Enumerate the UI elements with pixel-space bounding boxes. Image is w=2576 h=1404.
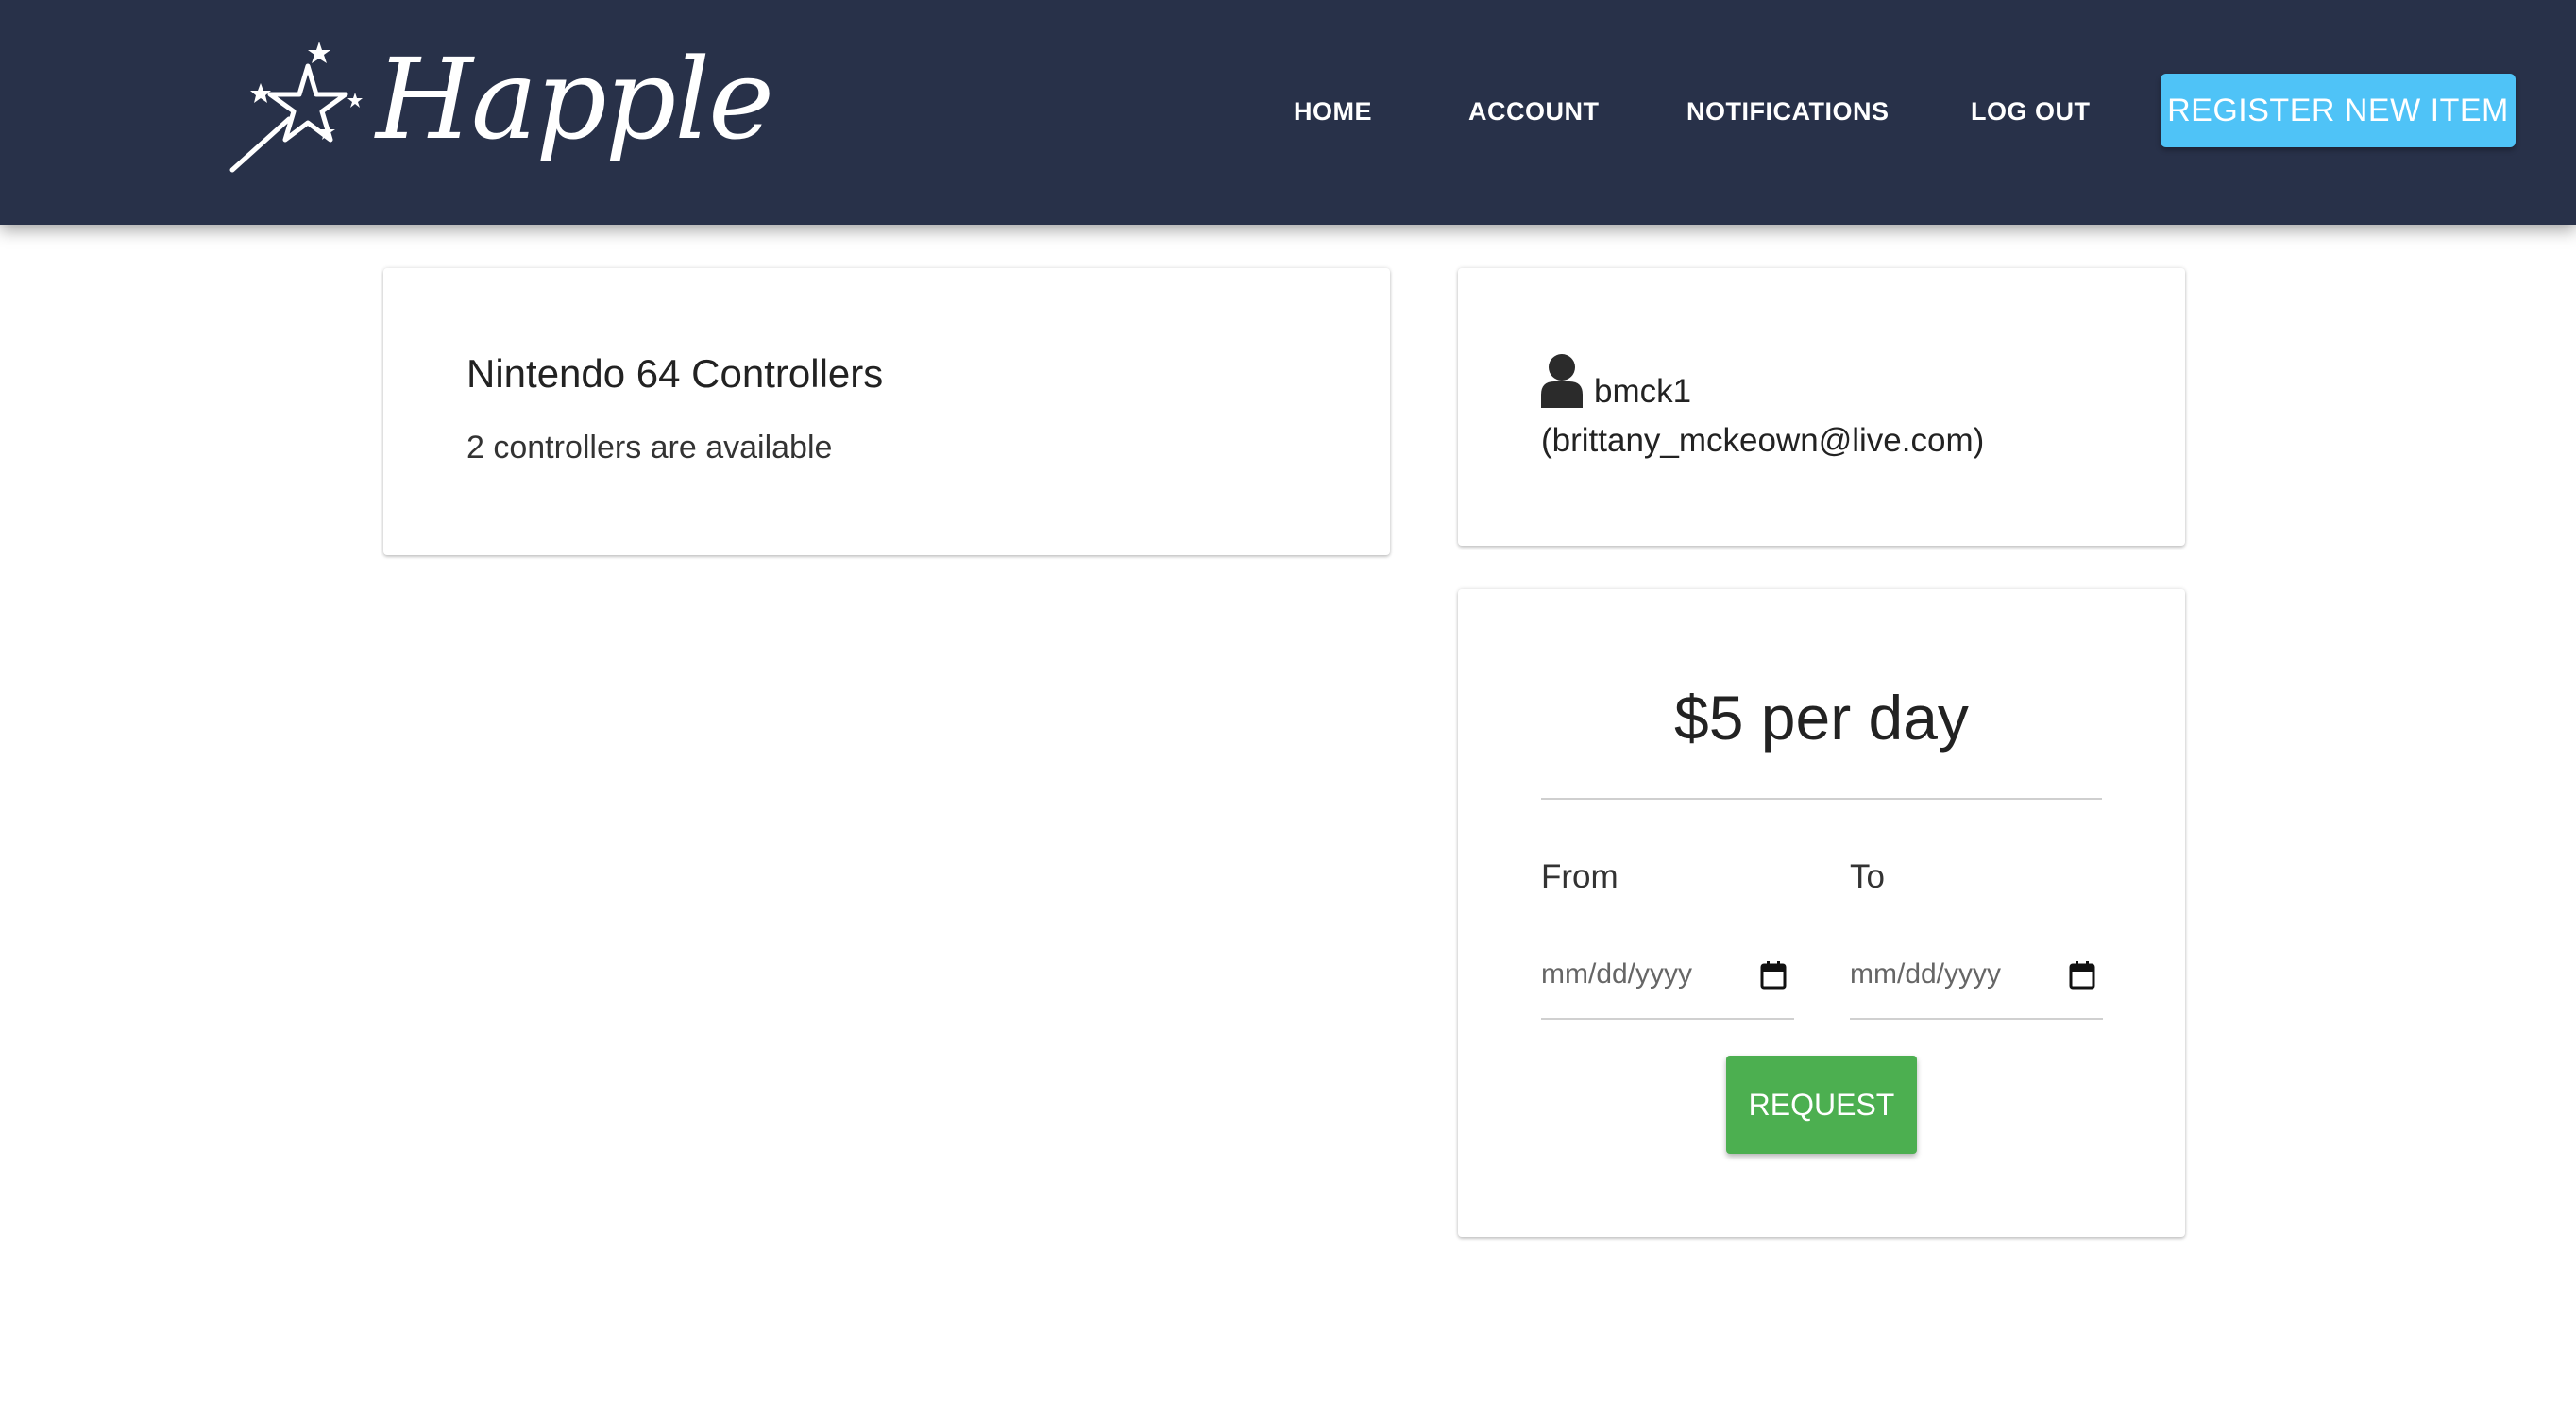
request-button[interactable]: REQUEST [1726,1056,1917,1154]
navbar: Happle HOME ACCOUNT NOTIFICATIONS LOG OU… [0,0,2576,225]
to-label: To [1850,858,1885,895]
nav-account-link[interactable]: ACCOUNT [1468,91,1600,132]
user-icon [1541,354,1583,408]
calendar-icon[interactable] [2069,961,2095,990]
from-date-input[interactable]: mm/dd/yyyy [1541,939,1794,1020]
to-date-placeholder: mm/dd/yyyy [1850,958,2002,990]
brand-logo[interactable]: Happle [225,28,774,196]
register-new-item-button[interactable]: REGISTER NEW ITEM [2161,74,2516,147]
nav-logout-link[interactable]: LOG OUT [1971,91,2091,132]
item-title: Nintendo 64 Controllers [466,351,884,396]
owner-card: bmck1 (brittany_mckeown@live.com) [1458,268,2185,546]
price-per-day: $5 per day [1674,683,1969,753]
item-description: 2 controllers are available [466,430,833,465]
magic-wand-icon [229,42,363,173]
from-label: From [1541,858,1618,895]
item-card: Nintendo 64 Controllers 2 controllers ar… [383,268,1390,555]
to-date-input[interactable]: mm/dd/yyyy [1850,939,2103,1020]
request-card: $5 per day From To mm/dd/yyyy mm/dd/yyyy… [1458,589,2185,1237]
owner-username: bmck1 [1594,373,1692,410]
nav-home-link[interactable]: HOME [1294,91,1372,132]
owner-email: (brittany_mckeown@live.com) [1541,422,1985,459]
from-date-placeholder: mm/dd/yyyy [1541,958,1693,990]
brand-name: Happle [376,34,774,164]
nav-notifications-link[interactable]: NOTIFICATIONS [1686,91,1889,132]
calendar-icon[interactable] [1760,961,1787,990]
divider [1541,798,2102,800]
